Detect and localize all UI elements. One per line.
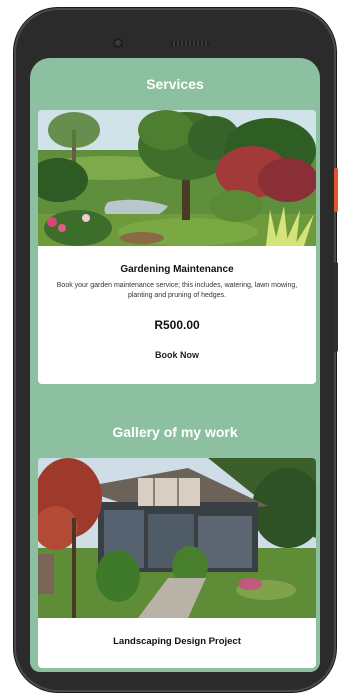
volume-button[interactable] <box>334 262 338 352</box>
gallery-heading: Gallery of my work <box>112 424 238 440</box>
service-price: R500.00 <box>154 318 200 332</box>
speaker-grille <box>171 41 209 46</box>
house-landscape-image[interactable] <box>38 458 316 618</box>
gallery-card: Landscaping Design Project <box>38 458 316 668</box>
garden-image <box>38 110 316 246</box>
service-description: Book your garden maintenance service; th… <box>56 282 298 299</box>
app-screen: Services Gardening Maintenance Book your… <box>30 58 320 672</box>
services-heading: Services <box>146 76 204 92</box>
front-camera-icon <box>113 38 123 48</box>
gallery-item-title: Landscaping Design Project <box>113 636 241 647</box>
service-title: Gardening Maintenance <box>120 264 234 275</box>
service-card: Gardening Maintenance Book your garden m… <box>38 110 316 384</box>
power-button[interactable] <box>334 168 338 212</box>
book-now-button[interactable]: Book Now <box>137 346 217 364</box>
